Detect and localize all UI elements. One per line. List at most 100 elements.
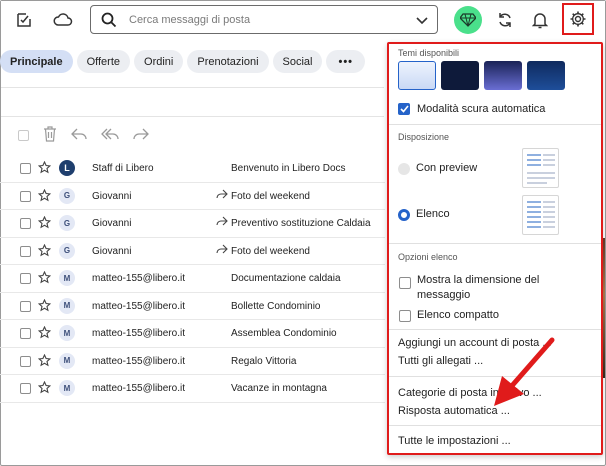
search-icon [101, 12, 117, 31]
email-sender: matteo-155@libero.it [92, 355, 185, 367]
email-subject: Foto del weekend [231, 190, 310, 202]
settings-button[interactable] [562, 3, 594, 35]
email-sender: matteo-155@libero.it [92, 300, 185, 312]
divider [389, 124, 601, 125]
layout-heading: Disposizione [398, 132, 450, 142]
email-subject: Documentazione caldaia [231, 273, 341, 284]
star-icon[interactable] [37, 243, 52, 260]
themes-heading: Temi disponibili [398, 48, 460, 58]
refresh-icon[interactable] [492, 7, 518, 33]
theme-indigo-swatch[interactable] [484, 61, 522, 90]
gear-icon [570, 11, 586, 27]
email-row[interactable]: M matteo-155@libero.it Vacanze in montag… [0, 375, 385, 403]
row-checkbox[interactable] [20, 190, 31, 202]
email-row[interactable]: G Giovanni Preventivo sostituzione Calda… [0, 210, 385, 238]
layout-preview-radio[interactable] [398, 163, 410, 175]
row-checkbox[interactable] [20, 300, 31, 312]
row-checkbox[interactable] [20, 328, 31, 339]
avatar: M [59, 380, 75, 396]
avatar: G [59, 215, 75, 231]
divider [389, 329, 601, 330]
list-options-heading: Opzioni elenco [398, 252, 458, 262]
auto-dark-checkbox[interactable] [398, 103, 410, 115]
compact-list-checkbox[interactable] [399, 310, 411, 322]
category-tabs: Principale Offerte Ordini Prenotazioni S… [0, 50, 366, 74]
all-settings-link[interactable]: Tutte le impostazioni ... [398, 435, 511, 447]
reply-icon[interactable] [71, 127, 87, 144]
tab-prenotazioni[interactable]: Prenotazioni [187, 50, 269, 73]
email-row[interactable]: M matteo-155@libero.it Regalo Vittoria [0, 348, 385, 375]
premium-diamond-button[interactable] [454, 6, 482, 34]
email-row[interactable]: M matteo-155@libero.it Documentazione ca… [0, 265, 385, 293]
email-subject: Preventivo sostituzione Caldaia [231, 218, 371, 229]
avatar: L [59, 160, 75, 176]
chevron-down-icon[interactable] [415, 13, 429, 30]
compose-icon[interactable] [11, 7, 37, 33]
divider [389, 425, 601, 426]
star-icon[interactable] [37, 353, 52, 370]
email-row[interactable]: G Giovanni Foto del weekend [0, 183, 385, 210]
email-sender: matteo-155@libero.it [92, 273, 185, 284]
divider [389, 243, 601, 244]
tab-social[interactable]: Social [272, 50, 323, 73]
email-row[interactable]: G Giovanni Foto del weekend [0, 238, 385, 265]
layout-list-radio[interactable] [398, 209, 410, 221]
avatar: M [59, 352, 75, 369]
row-checkbox[interactable] [20, 355, 31, 367]
bell-icon[interactable] [527, 7, 553, 33]
show-size-checkbox[interactable] [399, 277, 411, 289]
star-icon[interactable] [37, 188, 52, 205]
attachments-link[interactable]: Tutti gli allegati ... [398, 355, 483, 367]
email-subject: Foto del weekend [231, 245, 310, 257]
star-icon[interactable] [37, 298, 52, 315]
email-row[interactable]: L Staff di Libero Benvenuto in Libero Do… [0, 155, 385, 183]
star-icon[interactable] [37, 215, 52, 232]
email-subject: Assemblea Condominio [231, 328, 337, 339]
row-checkbox[interactable] [20, 383, 31, 394]
search-placeholder: Cerca messaggi di posta [129, 14, 251, 26]
cloud-icon[interactable] [50, 7, 76, 33]
tabs-more-button[interactable]: ••• [326, 50, 366, 73]
select-all-checkbox[interactable] [18, 129, 29, 141]
tab-principale[interactable]: Principale [0, 50, 73, 73]
search-input[interactable]: Cerca messaggi di posta [90, 5, 438, 34]
star-icon[interactable] [37, 325, 52, 342]
tab-ordini[interactable]: Ordini [134, 50, 184, 73]
forward-icon[interactable] [133, 127, 149, 144]
avatar: M [59, 270, 75, 286]
compact-list-label: Elenco compatto [417, 309, 499, 321]
mail-toolbar [18, 125, 149, 145]
layout-preview-label: Con preview [416, 162, 478, 174]
email-sender: Giovanni [92, 190, 132, 202]
avatar: M [59, 325, 75, 341]
email-sender: Giovanni [92, 218, 132, 229]
email-subject: Benvenuto in Libero Docs [231, 163, 346, 174]
email-list: L Staff di Libero Benvenuto in Libero Do… [0, 155, 385, 403]
theme-light-swatch[interactable] [398, 61, 436, 90]
theme-blue-swatch[interactable] [527, 61, 565, 90]
email-row[interactable]: M matteo-155@libero.it Bollette Condomin… [0, 293, 385, 320]
email-subject: Bollette Condominio [231, 300, 321, 312]
star-icon[interactable] [37, 160, 52, 177]
layout-preview-thumbnail [522, 148, 559, 188]
auto-dark-label: Modalità scura automatica [417, 103, 546, 115]
theme-navy-swatch[interactable] [441, 61, 479, 90]
email-row[interactable]: M matteo-155@libero.it Assemblea Condomi… [0, 320, 385, 348]
row-checkbox[interactable] [20, 273, 31, 284]
trash-icon[interactable] [43, 125, 57, 145]
row-checkbox[interactable] [20, 245, 31, 257]
top-bar: Cerca messaggi di posta [1, 1, 605, 41]
diamond-icon [460, 13, 476, 27]
reply-all-icon[interactable] [101, 127, 119, 144]
forwarded-icon [216, 244, 228, 258]
star-icon[interactable] [37, 270, 52, 287]
layout-list-thumbnail [522, 195, 559, 235]
row-checkbox[interactable] [20, 218, 31, 229]
show-size-label: Mostra la dimensione del [417, 274, 540, 286]
email-sender: matteo-155@libero.it [92, 328, 185, 339]
email-sender: matteo-155@libero.it [92, 383, 185, 394]
star-icon[interactable] [37, 380, 52, 397]
row-checkbox[interactable] [20, 163, 31, 174]
tab-offerte[interactable]: Offerte [76, 50, 131, 73]
avatar: G [59, 242, 75, 259]
